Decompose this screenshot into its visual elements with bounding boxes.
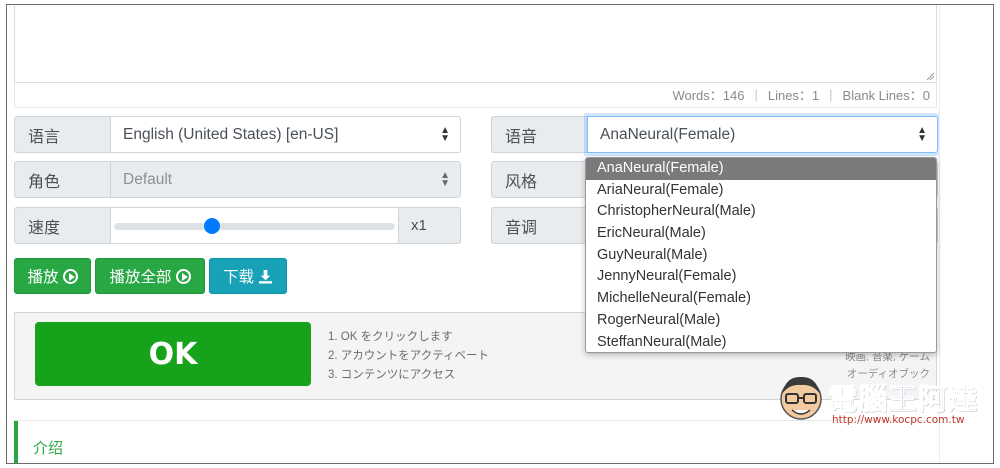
language-label: 语言 [14,116,110,153]
voice-select[interactable]: AnaNeural(Female) ▲ ▼ [587,116,938,153]
select-arrows-icon: ▲ ▼ [917,124,927,144]
ad-ok-button[interactable]: OK [35,322,311,386]
select-arrows-icon: ▲ ▼ [440,169,450,189]
text-input-area[interactable] [14,5,937,83]
role-select[interactable]: Default ▲ ▼ [110,161,461,198]
voice-option[interactable]: SteffanNeural(Male) [586,332,936,353]
ad-steps: 1. OK をクリックします 2. アカウントをアクティベート 3. コンテンツ… [328,328,489,385]
intro-title: 介绍 [33,440,64,457]
line-count: Lines：1 [767,88,820,103]
watermark-title: 電腦王阿達 [827,382,979,417]
ad-step: 2. アカウントをアクティベート [328,350,490,362]
mascot-face-icon [780,376,822,420]
stats-separator: | [754,87,758,102]
watermark-url: http://www.kocpc.com.tw [832,414,965,426]
text-stats-bar: Words：146 | Lines：1 | Blank Lines：0 [14,82,937,108]
download-icon [258,269,273,284]
play-button-label: 播放 [27,269,59,286]
select-arrows-icon: ▲ ▼ [440,124,450,144]
stats-separator: | [829,87,833,102]
voice-option[interactable]: JennyNeural(Female) [586,266,936,288]
voice-option[interactable]: ChristopherNeural(Male) [586,201,936,223]
language-row: 语言 English (United States) [en-US] ▲ ▼ [14,116,461,153]
speed-slider-track[interactable] [114,223,395,230]
language-value: English (United States) [en-US] [123,125,339,143]
speed-value: x1 [398,207,461,244]
intro-accent-bar [14,421,18,463]
voice-option[interactable]: RogerNeural(Male) [586,310,936,332]
play-circle-icon [175,268,191,284]
play-button[interactable]: 播放 [14,258,91,294]
role-label: 角色 [14,161,110,198]
speed-slider[interactable] [110,207,398,244]
voice-option[interactable]: AnaNeural(Female) [586,158,936,180]
voice-dropdown-list[interactable]: AnaNeural(Female) AriaNeural(Female) Chr… [585,157,937,353]
play-all-button[interactable]: 播放全部 [95,258,205,294]
left-margin [7,5,13,463]
ad-step: 3. コンテンツにアクセス [328,369,456,381]
voice-option[interactable]: MichelleNeural(Female) [586,288,936,310]
download-button[interactable]: 下载 [209,258,287,294]
resize-grip-icon[interactable] [926,72,934,80]
style-label: 风格 [491,161,587,198]
voice-option[interactable]: AriaNeural(Female) [586,180,936,202]
voice-option[interactable]: GuyNeural(Male) [586,245,936,267]
role-value: Default [123,170,173,188]
word-count: Words：146 [672,88,745,103]
pitch-label: 音调 [491,207,587,244]
download-button-label: 下载 [222,269,254,286]
speed-label: 速度 [14,207,110,244]
voice-option[interactable]: EricNeural(Male) [586,223,936,245]
role-row: 角色 Default ▲ ▼ [14,161,461,198]
voice-value: AnaNeural(Female) [600,125,736,143]
speed-slider-thumb[interactable] [204,218,221,234]
blank-line-count: Blank Lines：0 [842,88,930,103]
watermark: 電腦王阿達 http://www.kocpc.com.tw [776,370,982,432]
play-all-button-label: 播放全部 [109,269,172,286]
ad-step: 1. OK をクリックします [328,331,453,343]
play-circle-icon [62,268,78,284]
language-select[interactable]: English (United States) [en-US] ▲ ▼ [110,116,461,153]
voice-label: 语音 [491,116,587,153]
voice-row: 语音 AnaNeural(Female) ▲ ▼ [491,116,938,153]
speed-row: 速度 x1 [14,207,461,244]
